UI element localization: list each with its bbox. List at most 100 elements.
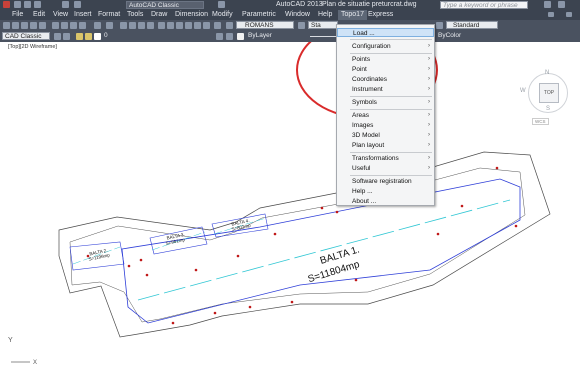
viewcube-north[interactable]: N — [545, 70, 549, 76]
menu-express[interactable]: Express — [368, 11, 393, 18]
lineweight-preview[interactable] — [310, 36, 336, 37]
menu-tools[interactable]: Tools — [127, 11, 143, 18]
ucs-x-label: X — [33, 360, 37, 366]
menu-item-plan-layout[interactable]: Plan layout › — [337, 141, 434, 150]
text-style-icon[interactable] — [226, 22, 233, 29]
menu-item-help[interactable]: Help ... — [337, 187, 434, 196]
make-current-icon[interactable] — [216, 33, 223, 40]
minimize-icon[interactable] — [548, 12, 554, 17]
viewcube-south[interactable]: S — [546, 106, 550, 112]
help-icon[interactable] — [214, 22, 221, 29]
copy-icon[interactable] — [61, 22, 68, 29]
menu-item-transformations[interactable]: Transformations › — [337, 154, 434, 163]
app-title: AutoCAD 2013 — [276, 1, 323, 8]
wcs-label: WCS — [535, 119, 546, 124]
menu-item-areas[interactable]: Areas › — [337, 111, 434, 120]
viewcube[interactable]: TOP N W S WCS — [520, 70, 574, 150]
undo-tool-icon[interactable] — [94, 22, 101, 29]
workspace-label: AutoCAD Classic — [129, 2, 179, 9]
drawing-canvas[interactable]: BALTA 1. S=11804mp BALTA 2. S=1196mp BAL… — [0, 42, 580, 370]
preview-icon[interactable] — [39, 22, 46, 29]
zoom-window-icon[interactable] — [138, 22, 145, 29]
paste-icon[interactable] — [70, 22, 77, 29]
menu-item-points[interactable]: Points › — [337, 55, 434, 64]
viewcube-west[interactable]: W — [520, 88, 526, 94]
pan-icon[interactable] — [120, 22, 127, 29]
redo-tool-icon[interactable] — [106, 22, 113, 29]
submenu-arrow-icon: › — [428, 56, 430, 62]
survey-point — [236, 254, 240, 258]
text-style-dropdown[interactable]: ROMANS — [236, 21, 294, 29]
open-file-icon[interactable] — [12, 22, 19, 29]
menu-item-point[interactable]: Point › — [337, 65, 434, 74]
customize-qat-icon[interactable] — [218, 1, 225, 8]
sheet-set-icon[interactable] — [185, 22, 192, 29]
calculator-icon[interactable] — [203, 22, 210, 29]
plot-icon[interactable] — [30, 22, 37, 29]
layer-color-icon[interactable] — [94, 33, 101, 40]
layer-manager-icon[interactable] — [54, 33, 61, 40]
menu-item-images[interactable]: Images › — [337, 121, 434, 130]
layer-dropdown[interactable]: 0 — [102, 32, 212, 40]
cut-icon[interactable] — [52, 22, 59, 29]
color-swatch-icon[interactable] — [237, 33, 244, 40]
menu-format[interactable]: Format — [98, 11, 120, 18]
user-icon[interactable] — [558, 1, 565, 8]
menu-draw[interactable]: Draw — [151, 11, 167, 18]
tool-palettes-icon[interactable] — [176, 22, 183, 29]
zoom-realtime-icon[interactable] — [129, 22, 136, 29]
menu-item-instrument[interactable]: Instrument › — [337, 85, 434, 94]
menu-view[interactable]: View — [53, 11, 68, 18]
menu-item-symbols[interactable]: Symbols › — [337, 98, 434, 107]
design-center-icon[interactable] — [167, 22, 174, 29]
search-input[interactable]: Type a keyword or phrase — [440, 1, 528, 9]
menu-item-3d-model[interactable]: 3D Model › — [337, 131, 434, 140]
dim-style-icon[interactable] — [298, 22, 305, 29]
undo-icon[interactable] — [62, 1, 69, 8]
save-file-icon[interactable] — [21, 22, 28, 29]
match-properties-icon[interactable] — [79, 22, 86, 29]
redo-icon[interactable] — [74, 1, 81, 8]
layer-on-icon[interactable] — [76, 33, 83, 40]
menu-item-coordinates[interactable]: Coordinates › — [337, 75, 434, 84]
layer-state-icon[interactable] — [63, 33, 70, 40]
menu-modify[interactable]: Modify — [212, 11, 233, 18]
menu-item-useful[interactable]: Useful › — [337, 164, 434, 173]
menu-item-software-registration[interactable]: Software registration — [337, 177, 434, 186]
menu-topo17[interactable]: Topo17 — [338, 10, 367, 20]
save-icon[interactable] — [34, 1, 41, 8]
menu-item-label: Transformations — [352, 155, 399, 162]
menu-file[interactable]: File — [12, 11, 23, 18]
qnew-icon[interactable] — [3, 22, 10, 29]
menu-insert[interactable]: Insert — [74, 11, 92, 18]
workspace-switcher[interactable]: AutoCAD Classic — [126, 1, 204, 9]
menu-item-load[interactable]: Load ... — [337, 28, 434, 37]
wcs-dropdown[interactable]: WCS — [532, 118, 549, 125]
menu-item-about[interactable]: About ... — [337, 197, 434, 206]
viewcube-top-face[interactable]: TOP — [539, 83, 559, 103]
plot-style-dropdown[interactable]: ByColor — [436, 32, 490, 40]
properties-icon[interactable] — [158, 22, 165, 29]
zoom-previous-icon[interactable] — [147, 22, 154, 29]
open-icon[interactable] — [24, 1, 31, 8]
app-logo-icon[interactable] — [3, 1, 10, 8]
layer-previous-icon[interactable] — [226, 33, 233, 40]
table-style-dropdown[interactable]: Standard — [446, 21, 498, 29]
search-icon[interactable] — [544, 1, 551, 8]
dim-style-dropdown[interactable]: Sta — [308, 21, 338, 29]
close-icon[interactable] — [566, 12, 572, 17]
workspace-dropdown-value: CAD Classic — [5, 33, 42, 40]
menu-dimension[interactable]: Dimension — [175, 11, 208, 18]
new-icon[interactable] — [14, 1, 21, 8]
table-style-icon[interactable] — [436, 22, 443, 29]
table-style-value: Standard — [453, 22, 480, 29]
menu-parametric[interactable]: Parametric — [242, 11, 276, 18]
markup-icon[interactable] — [194, 22, 201, 29]
menu-item-configuration[interactable]: Configuration › — [337, 42, 434, 51]
menu-edit[interactable]: Edit — [33, 11, 45, 18]
menu-window[interactable]: Window — [285, 11, 310, 18]
menu-help[interactable]: Help — [318, 11, 332, 18]
linetype-dropdown[interactable]: ByLayer — [246, 32, 306, 40]
workspace-dropdown[interactable]: CAD Classic — [2, 32, 50, 40]
layer-freeze-icon[interactable] — [85, 33, 92, 40]
